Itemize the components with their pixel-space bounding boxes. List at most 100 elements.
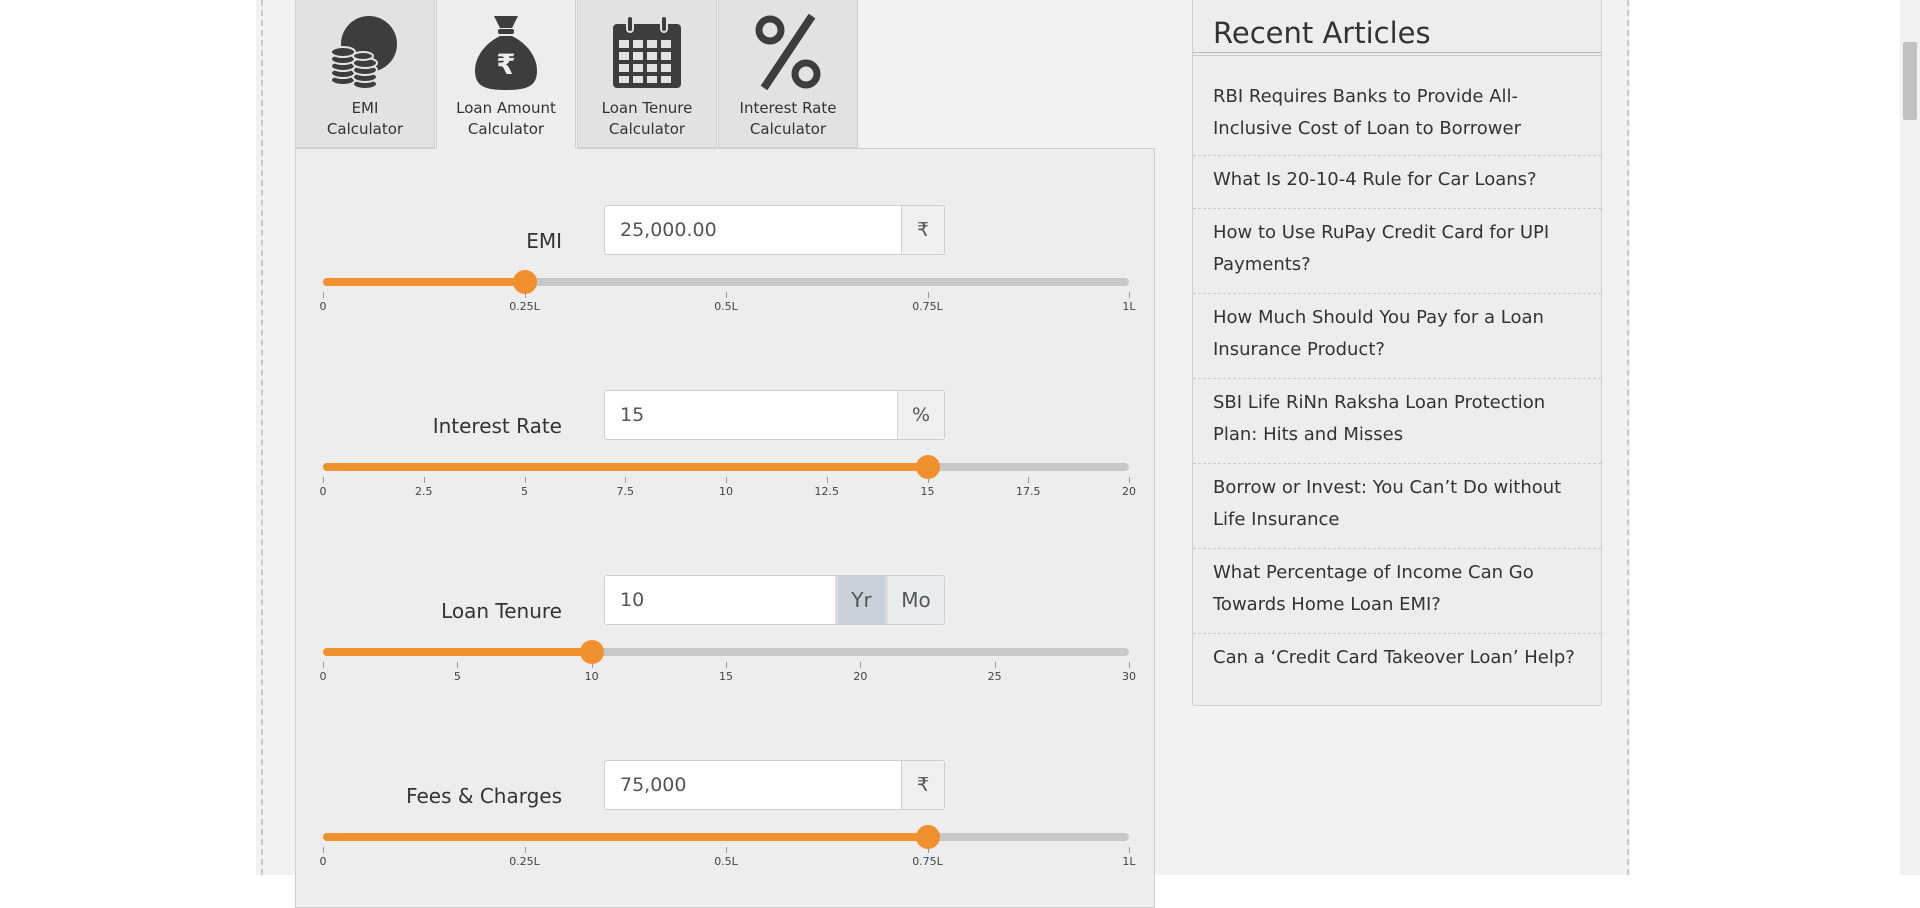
tab-loan-tenure-calculator[interactable]: Loan Tenure Calculator: [577, 0, 717, 148]
coins-icon: [330, 16, 397, 90]
slider-tick-label: 1L: [1122, 300, 1136, 313]
interest-rate-input[interactable]: 15 %: [604, 390, 945, 440]
article-link[interactable]: What Is 20-10-4 Rule for Car Loans?: [1193, 155, 1601, 196]
slider-tick-label: 0.75L: [912, 855, 943, 868]
slider-tick-label: 0: [319, 485, 327, 498]
slider-tick-label: 5: [521, 485, 528, 498]
tab-interest-rate-calculator[interactable]: Interest Rate Calculator: [718, 0, 858, 148]
recent-articles-sidebar: Recent Articles RBI Requires Banks to Pr…: [1192, 0, 1602, 706]
right-dashed-border: [1627, 0, 1629, 875]
slider-tick: [323, 847, 324, 853]
slider-tick-label: 0.5L: [714, 855, 738, 868]
slider-fill: [323, 463, 928, 471]
month-toggle-button[interactable]: Mo: [888, 576, 944, 624]
article-link[interactable]: What Percentage of Income Can Go Towards…: [1193, 548, 1601, 621]
year-toggle-button[interactable]: Yr: [835, 576, 888, 624]
loan-tenure-slider[interactable]: 0 5 10 15 20 25 30: [320, 640, 1136, 700]
article-link[interactable]: SBI Life RiNn Raksha Loan Protection Pla…: [1193, 378, 1601, 451]
page-scrollbar[interactable]: [1900, 0, 1920, 875]
slider-tick-label: 0: [319, 855, 327, 868]
slider-tick: [726, 292, 727, 298]
article-link[interactable]: How Much Should You Pay for a Loan Insur…: [1193, 293, 1601, 366]
slider-tick: [323, 477, 324, 483]
slider-tick-label: 12.5: [814, 485, 840, 498]
tab-label: EMI Calculator: [326, 99, 404, 138]
interest-rate-input-value: 15: [620, 404, 645, 426]
loan-tenure-field: Loan Tenure 10 Yr Mo 0 5 10 15 20 25 30: [296, 575, 1154, 715]
tab-label: Interest Rate Calculator: [739, 99, 837, 138]
interest-rate-field: Interest Rate 15 % 0 2.5 5 7.5 10 12.5 15 17.5 2…: [296, 390, 1154, 530]
fees-charges-input[interactable]: 75,000 ₹: [604, 760, 945, 810]
slider-tick-label: 1L: [1122, 855, 1136, 868]
slider-tick: [1129, 662, 1130, 668]
percent-icon: [755, 13, 821, 91]
slider-tick: [1129, 847, 1130, 853]
slider-tick-label: 25: [987, 670, 1002, 683]
article-link[interactable]: Can a ‘Credit Card Takeover Loan’ Help?: [1193, 633, 1601, 674]
slider-handle[interactable]: [915, 455, 940, 479]
rupee-addon: ₹: [901, 206, 944, 254]
money-bag-icon: ₹: [475, 16, 537, 90]
slider-tick-label: 0.5L: [714, 300, 738, 313]
slider-tick: [726, 847, 727, 853]
sidebar-title-divider: [1193, 52, 1601, 53]
slider-tick: [726, 662, 727, 668]
slider-tick-label: 7.5: [616, 485, 635, 498]
tab-loan-amount-calculator[interactable]: ₹ Loan Amount Calculator: [436, 0, 576, 149]
emi-input[interactable]: 25,000.00 ₹: [604, 205, 945, 255]
fees-charges-label: Fees & Charges: [406, 784, 562, 808]
emi-slider[interactable]: 0 0.25L 0.5L 0.75L 1L: [319, 270, 1136, 330]
slider-handle[interactable]: [915, 825, 940, 849]
slider-tick: [524, 477, 526, 483]
loan-tenure-input[interactable]: 10 Yr Mo: [604, 575, 945, 625]
sidebar-title-divider-2: [1193, 55, 1601, 56]
slider-tick-label: 20: [853, 670, 868, 683]
calculator-panel: EMI 25,000.00 ₹ 0 0.25L 0.5L 0.75L 1L Intere…: [295, 148, 1155, 908]
slider-tick: [826, 477, 828, 483]
svg-text:₹: ₹: [496, 48, 515, 81]
percent-addon: %: [897, 391, 944, 439]
tab-emi-calculator[interactable]: EMI Calculator: [295, 0, 435, 148]
slider-tick-label: 10: [584, 670, 599, 683]
left-dashed-border: [261, 0, 263, 875]
article-link[interactable]: RBI Requires Banks to Provide All-Inclus…: [1193, 81, 1601, 145]
slider-tick-label: 15: [920, 485, 935, 498]
slider-tick: [994, 662, 996, 668]
slider-tick-label: 20: [1122, 485, 1136, 498]
scrollbar-thumb[interactable]: [1903, 42, 1917, 120]
slider-tick: [625, 477, 627, 483]
sidebar-title: Recent Articles: [1213, 16, 1431, 50]
emi-label: EMI: [526, 229, 562, 253]
slider-fill: [323, 648, 592, 656]
emi-field: EMI 25,000.00 ₹ 0 0.25L 0.5L 0.75L 1L: [296, 205, 1154, 345]
tab-label: Loan Tenure Calculator: [601, 99, 693, 138]
tab-label: Loan Amount Calculator: [456, 99, 556, 138]
article-link[interactable]: How to Use RuPay Credit Card for UPI Pay…: [1193, 208, 1601, 281]
slider-tick: [860, 662, 862, 668]
slider-tick: [927, 292, 929, 298]
slider-tick-label: 30: [1122, 670, 1136, 683]
fees-charges-field: Fees & Charges 75,000 ₹ 0 0.25L 0.5L 0.75L 1…: [296, 760, 1154, 900]
interest-rate-slider[interactable]: 0 2.5 5 7.5 10 12.5 15 17.5 20: [319, 455, 1136, 515]
slider-tick-label: 0: [319, 300, 327, 313]
slider-tick: [726, 477, 727, 483]
slider-tick: [457, 662, 459, 668]
emi-input-value: 25,000.00: [620, 219, 717, 241]
slider-tick: [323, 292, 324, 298]
slider-tick: [1028, 477, 1030, 483]
slider-tick-label: 0.75L: [912, 300, 943, 313]
interest-rate-label: Interest Rate: [432, 414, 562, 438]
calendar-icon: [613, 15, 681, 88]
article-link[interactable]: Borrow or Invest: You Can’t Do without L…: [1193, 463, 1601, 536]
slider-tick-label: 0.25L: [509, 300, 540, 313]
slider-handle[interactable]: [512, 270, 537, 294]
slider-tick: [423, 477, 425, 483]
slider-tick: [1129, 477, 1130, 483]
slider-handle[interactable]: [579, 640, 604, 664]
slider-tick: [323, 662, 324, 668]
slider-tick: [524, 847, 526, 853]
slider-tick: [1129, 292, 1130, 298]
slider-tick-label: 10: [719, 485, 733, 498]
fees-charges-slider[interactable]: 0 0.25L 0.5L 0.75L 1L: [319, 825, 1136, 885]
slider-tick-label: 2.5: [415, 485, 433, 498]
